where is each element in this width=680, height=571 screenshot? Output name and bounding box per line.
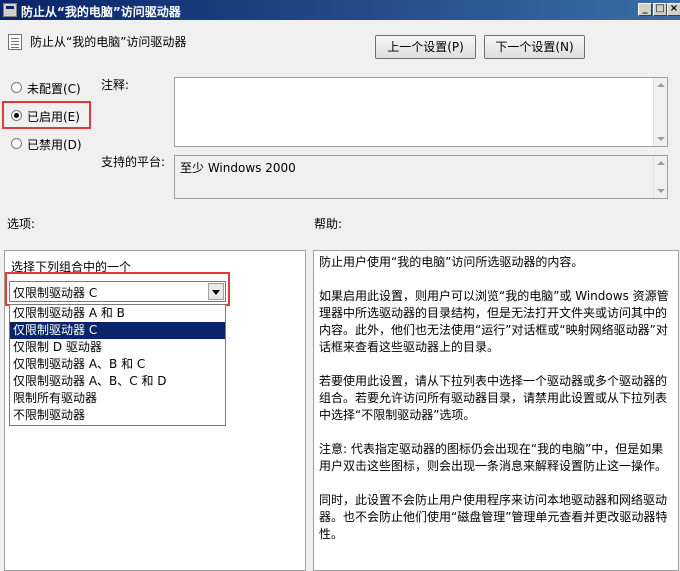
- comment-field[interactable]: [174, 77, 668, 147]
- radio-disabled[interactable]: [11, 138, 22, 149]
- scroll-up-icon[interactable]: [657, 161, 665, 165]
- dropdown-selected-value: 仅限制驱动器 C: [13, 286, 98, 300]
- dropdown-option[interactable]: 仅限制 D 驱动器: [10, 339, 225, 356]
- platform-scrollbar[interactable]: [653, 156, 667, 198]
- help-section-label: 帮助:: [314, 217, 343, 231]
- radio-not-configured[interactable]: [11, 82, 22, 93]
- window-title-bar: 防止从“我的电脑”访问驱动器 _ □ ×: [0, 0, 680, 20]
- window-title: 防止从“我的电脑”访问驱动器: [21, 5, 181, 19]
- dropdown-option[interactable]: 仅限制驱动器 A、B、C 和 D: [10, 373, 225, 390]
- radio-enabled[interactable]: [11, 110, 22, 121]
- radio-enabled-label[interactable]: 已启用(E): [27, 108, 80, 125]
- help-panel: 防止用户使用“我的电脑”访问所选驱动器的内容。如果启用此设置，则用户可以浏览“我…: [313, 250, 679, 571]
- setting-title: 防止从“我的电脑”访问驱动器: [30, 35, 187, 49]
- dropdown-option[interactable]: 限制所有驱动器: [10, 390, 225, 407]
- platform-value: 至少 Windows 2000: [180, 161, 296, 175]
- scroll-down-icon[interactable]: [657, 189, 665, 193]
- help-paragraph: 同时，此设置不会防止用户使用程序来访问本地驱动器和网络驱动器。也不会防止他们使用…: [319, 493, 668, 541]
- maximize-icon[interactable]: □: [653, 3, 667, 16]
- dropdown-option[interactable]: 仅限制驱动器 C: [10, 322, 225, 339]
- dropdown-option[interactable]: 仅限制驱动器 A 和 B: [10, 305, 225, 322]
- help-paragraph: 如果启用此设置，则用户可以浏览“我的电脑”或 Windows 资源管理器中所选驱…: [319, 289, 669, 354]
- options-section-label: 选项:: [7, 217, 36, 231]
- close-icon[interactable]: ×: [667, 3, 680, 16]
- dropdown-option[interactable]: 仅限制驱动器 A、B 和 C: [10, 356, 225, 373]
- comment-label: 注释:: [101, 78, 130, 92]
- scroll-up-icon[interactable]: [657, 83, 665, 87]
- scroll-down-icon[interactable]: [657, 137, 665, 141]
- prev-setting-button[interactable]: 上一个设置(P): [375, 35, 476, 59]
- radio-disabled-label[interactable]: 已禁用(D): [27, 136, 82, 153]
- minimize-icon[interactable]: _: [638, 3, 652, 16]
- next-setting-button[interactable]: 下一个设置(N): [484, 35, 585, 59]
- platform-field: 至少 Windows 2000: [174, 155, 668, 199]
- dropdown-list: 仅限制驱动器 A 和 B 仅限制驱动器 C 仅限制 D 驱动器 仅限制驱动器 A、B …: [9, 304, 226, 426]
- drive-restriction-dropdown[interactable]: 仅限制驱动器 C: [9, 281, 226, 302]
- chevron-down-icon[interactable]: [208, 283, 224, 300]
- window-app-icon: [3, 3, 17, 17]
- help-paragraph: 防止用户使用“我的电脑”访问所选驱动器的内容。: [319, 255, 584, 269]
- dropdown-option[interactable]: 不限制驱动器: [10, 407, 225, 424]
- comment-scrollbar[interactable]: [653, 78, 667, 146]
- platform-label: 支持的平台:: [101, 155, 166, 169]
- help-paragraph: 若要使用此设置，请从下拉列表中选择一个驱动器或多个驱动器的组合。若要允许访问所有…: [319, 374, 668, 422]
- radio-not-configured-label[interactable]: 未配置(C): [27, 80, 81, 97]
- policy-setting-icon: [8, 34, 22, 50]
- help-text: 防止用户使用“我的电脑”访问所选驱动器的内容。如果启用此设置，则用户可以浏览“我…: [319, 254, 670, 560]
- help-paragraph: 注意: 代表指定驱动器的图标仍会出现在“我的电脑”中，但是如果用户双击这些图标，…: [319, 442, 668, 473]
